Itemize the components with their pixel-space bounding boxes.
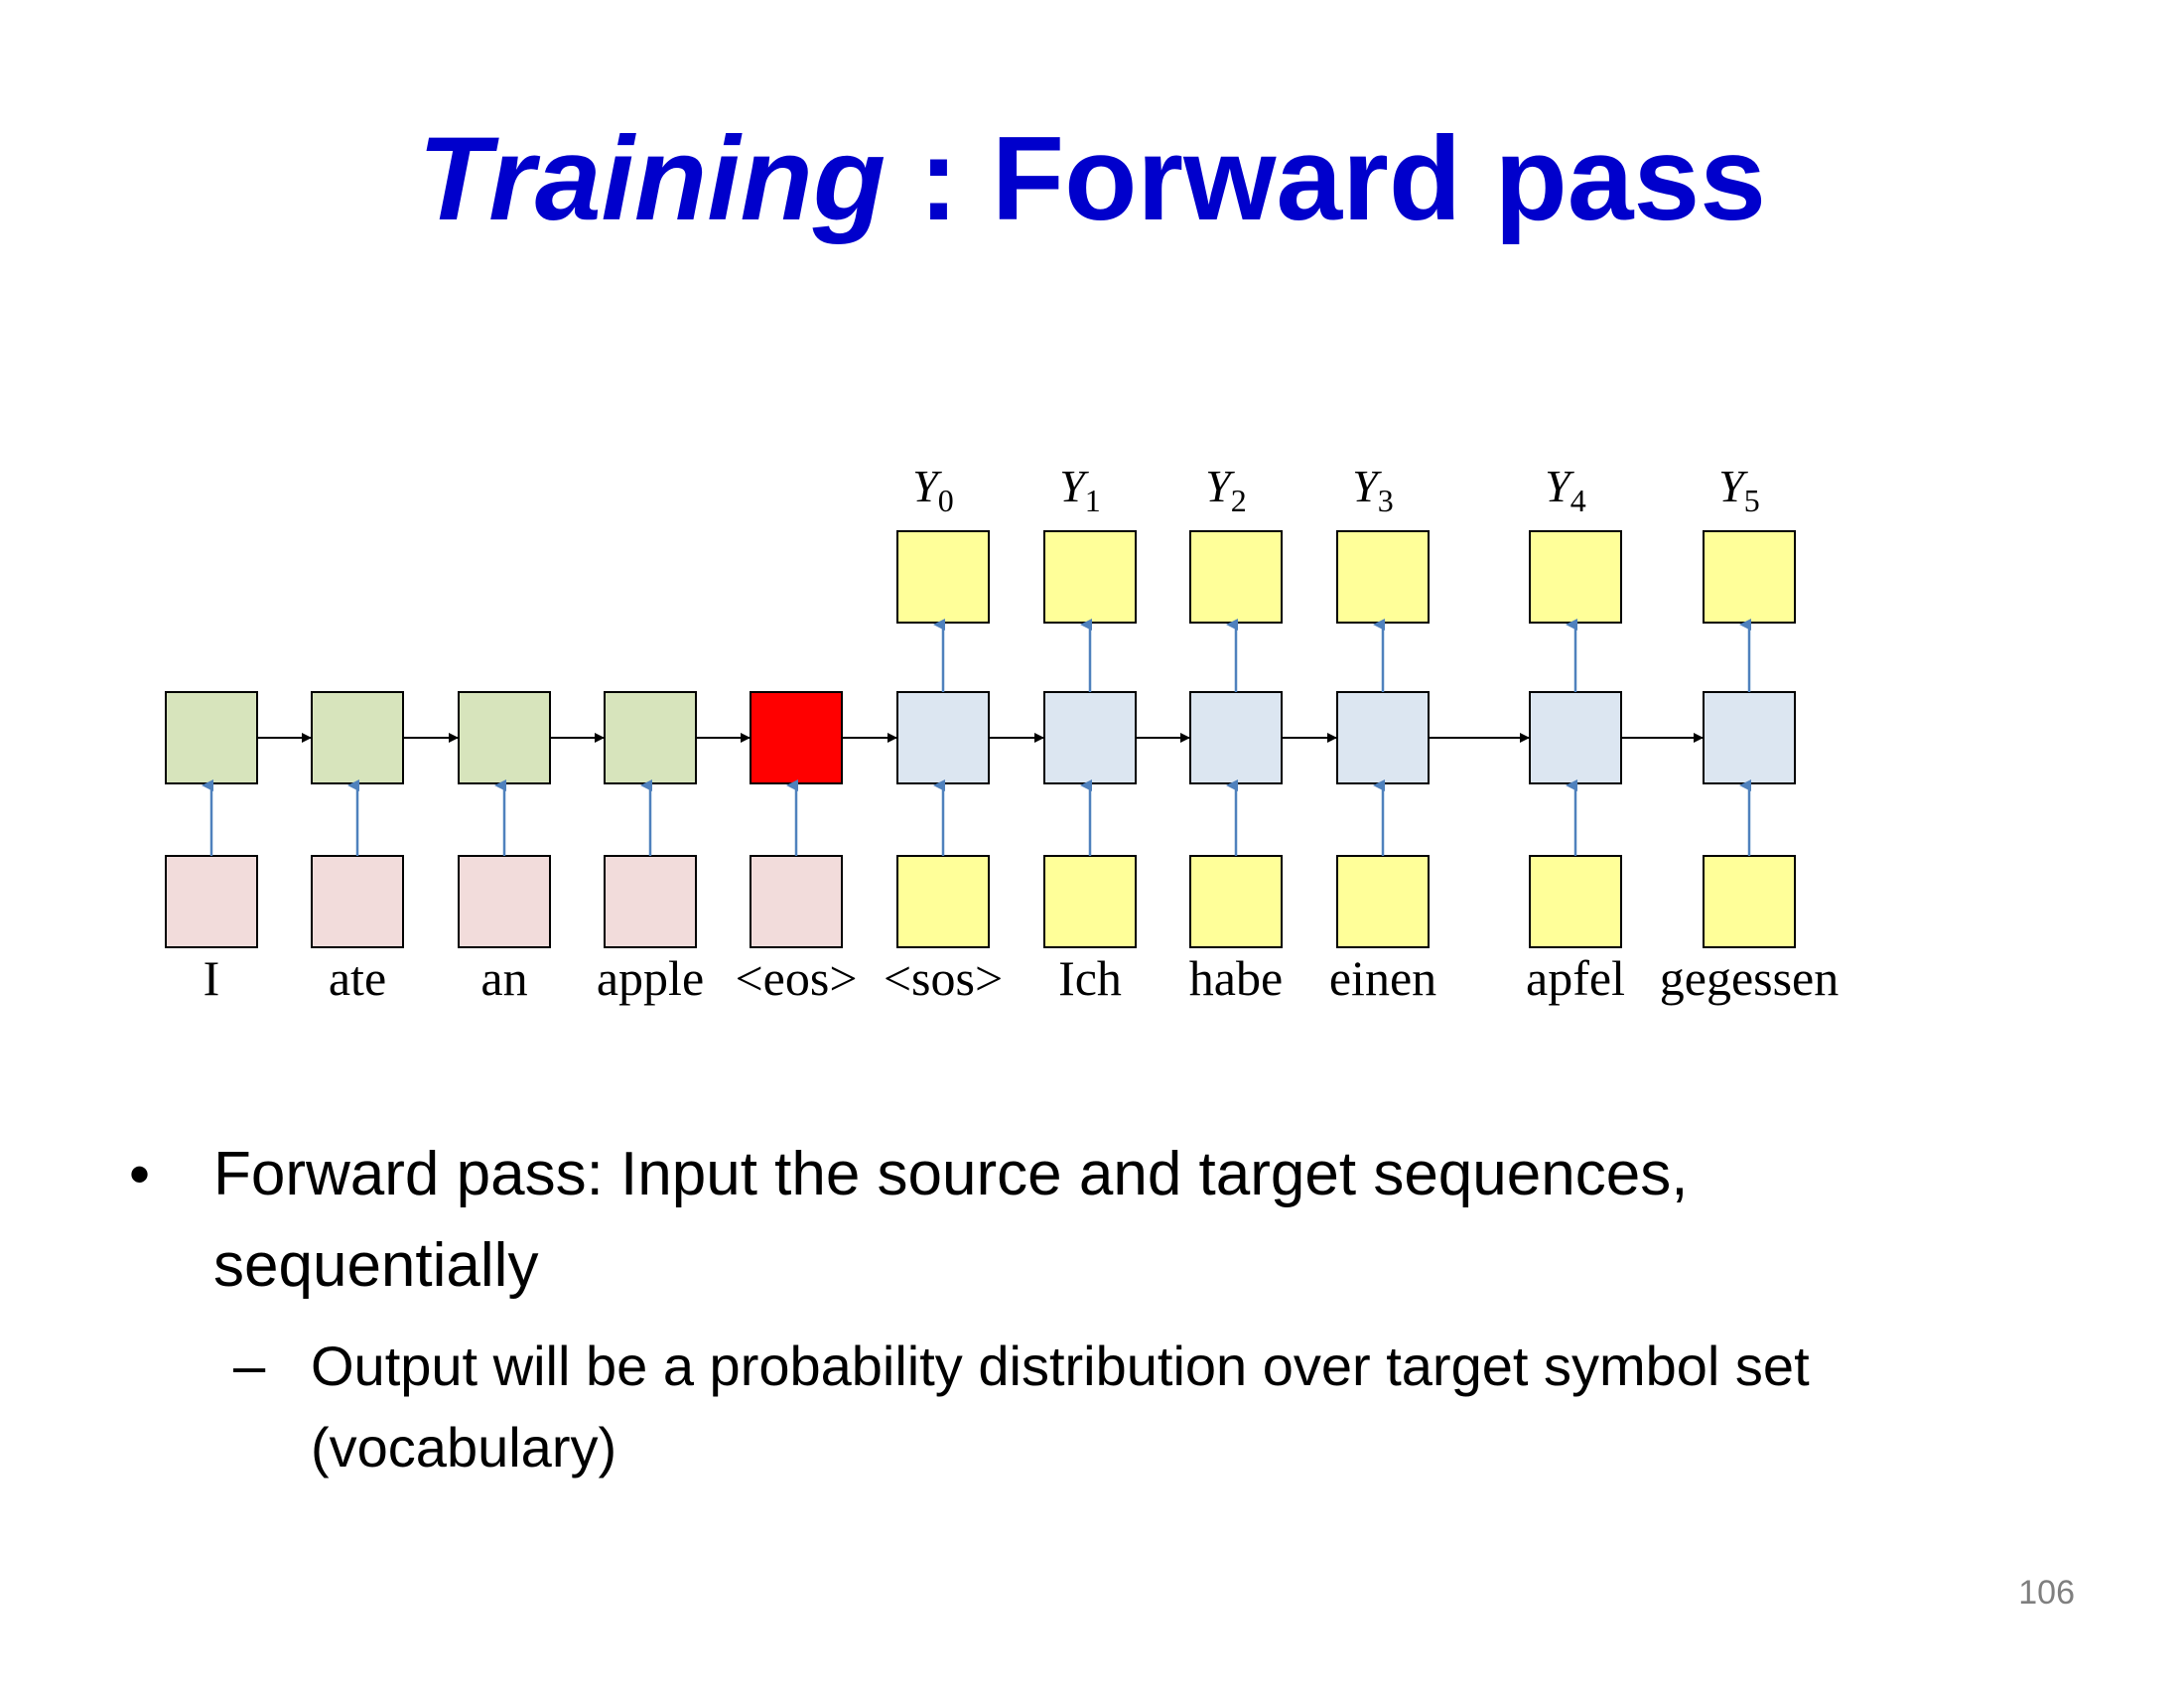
target-input-box: [1703, 855, 1796, 948]
target-word-label: einen: [1329, 950, 1436, 1006]
target-word-label: Ich: [1058, 950, 1122, 1006]
source-word-label: <eos>: [735, 950, 857, 1006]
source-input-box: [458, 855, 551, 948]
decoder-state: [1703, 691, 1796, 784]
output-label: Y4: [1545, 461, 1586, 518]
source-input-box: [604, 855, 697, 948]
target-word-label: gegessen: [1660, 950, 1840, 1006]
source-word-label: ate: [329, 950, 386, 1006]
source-word-label: apple: [597, 950, 704, 1006]
encoder-state: [165, 691, 258, 784]
source-word-label: I: [204, 950, 220, 1006]
target-input-box: [1529, 855, 1622, 948]
source-input-box: [165, 855, 258, 948]
output-box: [1703, 530, 1796, 624]
decoder-state: [1043, 691, 1137, 784]
target-input-box: [1336, 855, 1430, 948]
output-box: [1336, 530, 1430, 624]
encoder-state: [458, 691, 551, 784]
target-word-label: <sos>: [884, 950, 1003, 1006]
output-box: [1529, 530, 1622, 624]
target-word-label: habe: [1189, 950, 1283, 1006]
page-number: 106: [2018, 1574, 2075, 1612]
decoder-state: [1336, 691, 1430, 784]
target-input-box: [896, 855, 990, 948]
output-label: Y2: [1205, 461, 1247, 518]
output-label: Y1: [1059, 461, 1101, 518]
source-input-box: [750, 855, 843, 948]
output-label: Y0: [912, 461, 954, 518]
output-label: Y3: [1352, 461, 1394, 518]
decoder-state: [1189, 691, 1283, 784]
source-input-box: [311, 855, 404, 948]
output-box: [1189, 530, 1283, 624]
source-word-label: an: [480, 950, 527, 1006]
target-input-box: [1189, 855, 1283, 948]
output-box: [896, 530, 990, 624]
encoder-state: [311, 691, 404, 784]
encoder-state: [604, 691, 697, 784]
decoder-state: [896, 691, 990, 784]
target-word-label: apfel: [1526, 950, 1625, 1006]
decoder-state: [1529, 691, 1622, 784]
encoder-final-state: [750, 691, 843, 784]
target-input-box: [1043, 855, 1137, 948]
output-box: [1043, 530, 1137, 624]
seq2seq-training-diagram: Iate an apple <eos> <sos> Y0 Ich Y1 habe Y2 einen Y…: [165, 461, 1840, 1006]
output-label: Y5: [1718, 461, 1760, 518]
